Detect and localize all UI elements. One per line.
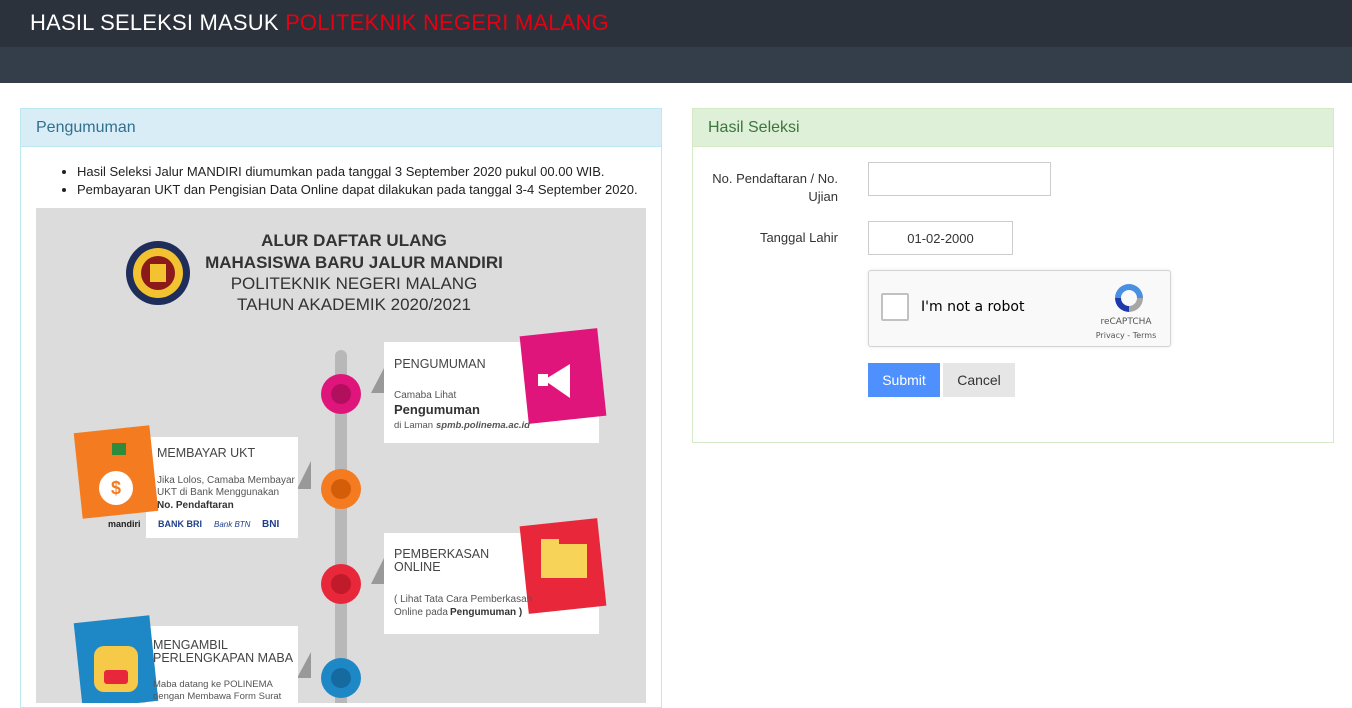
- announcement-list: Hasil Seleksi Jalur MANDIRI diumumkan pa…: [77, 163, 638, 199]
- recaptcha-brand: reCAPTCHA: [1100, 317, 1152, 327]
- recaptcha-privacy-terms-link[interactable]: Privacy - Terms: [1094, 331, 1158, 340]
- step-heading: PEMBERKASAN: [394, 547, 489, 561]
- announcement-panel: Pengumuman Hasil Seleksi Jalur MANDIRI d…: [20, 108, 662, 708]
- infographic-title-4: TAHUN AKADEMIK 2020/2021: [237, 295, 471, 314]
- announcement-heading: Pengumuman: [21, 109, 661, 147]
- registration-number-input[interactable]: [868, 162, 1051, 196]
- recaptcha-checkbox[interactable]: [881, 293, 909, 321]
- bank-logo-mandiri: mandiri: [108, 519, 141, 529]
- step-text: di Laman: [394, 420, 433, 431]
- step-text: Online pada: [394, 607, 448, 618]
- label-line: No. Pendaftaran / No.: [712, 171, 838, 186]
- bank-logo-btn: Bank BTN: [214, 520, 251, 529]
- step-text: Pengumuman: [394, 402, 480, 417]
- infographic-title-3: POLITEKNIK NEGERI MALANG: [231, 274, 478, 293]
- submit-button[interactable]: Submit: [868, 363, 940, 397]
- step-heading: ONLINE: [394, 560, 441, 574]
- infographic-title-1: ALUR DAFTAR ULANG: [261, 231, 447, 250]
- step-text: ( Lihat Tata Cara Pemberkasan: [394, 594, 532, 605]
- birth-date-label: Tanggal Lahir: [759, 230, 838, 245]
- bank-logo-bri: BANK BRI: [158, 519, 202, 529]
- step-text: Jika Lolos, Camaba Membayar: [157, 475, 296, 486]
- step-text: Camaba Lihat: [394, 390, 456, 401]
- selection-heading: Hasil Seleksi: [693, 109, 1333, 147]
- page-title-institution: POLITEKNIK NEGERI MALANG: [285, 10, 609, 35]
- step-text: Pengumuman ): [450, 607, 522, 618]
- page-title-white: HASIL SELEKSI MASUK: [30, 10, 279, 35]
- announcement-item: Pembayaran UKT dan Pengisian Data Online…: [77, 181, 638, 199]
- cancel-button[interactable]: Cancel: [943, 363, 1015, 397]
- navigation-bar: [0, 47, 1352, 83]
- birth-date-input[interactable]: [868, 221, 1013, 255]
- announcement-item: Hasil Seleksi Jalur MANDIRI diumumkan pa…: [77, 163, 638, 181]
- top-header-bar: HASIL SELEKSI MASUK POLITEKNIK NEGERI MA…: [0, 0, 1352, 47]
- recaptcha-label: I'm not a robot: [921, 299, 1025, 315]
- step-text: UKT di Bank Menggunakan: [157, 487, 279, 498]
- step-text: spmb.polinema.ac.id: [436, 420, 530, 431]
- registration-flow-infographic: ALUR DAFTAR ULANG MAHASISWA BARU JALUR M…: [36, 208, 646, 703]
- step-heading: PERLENGKAPAN MABA: [153, 651, 294, 665]
- recaptcha-widget: I'm not a robot reCAPTCHA Privacy - Term…: [868, 270, 1171, 347]
- bank-logo-bni: BNI: [262, 519, 279, 530]
- svg-text:$: $: [111, 478, 121, 498]
- label-line: Ujian: [808, 189, 838, 204]
- recaptcha-logo-icon: [1115, 284, 1143, 312]
- polinema-logo-icon: [126, 241, 190, 305]
- step-heading: MEMBAYAR UKT: [157, 446, 256, 460]
- step-text: Maba datang ke POLINEMA: [153, 679, 274, 690]
- step-text: No. Pendaftaran: [157, 500, 234, 511]
- page-title: HASIL SELEKSI MASUK POLITEKNIK NEGERI MA…: [30, 10, 609, 36]
- registration-number-label: No. Pendaftaran / No. Ujian: [705, 170, 838, 206]
- infographic-title-2: MAHASISWA BARU JALUR MANDIRI: [205, 253, 503, 272]
- selection-result-panel: Hasil Seleksi No. Pendaftaran / No. Ujia…: [692, 108, 1334, 443]
- step-heading: MENGAMBIL: [153, 638, 228, 652]
- step-heading: PENGUMUMAN: [394, 357, 486, 371]
